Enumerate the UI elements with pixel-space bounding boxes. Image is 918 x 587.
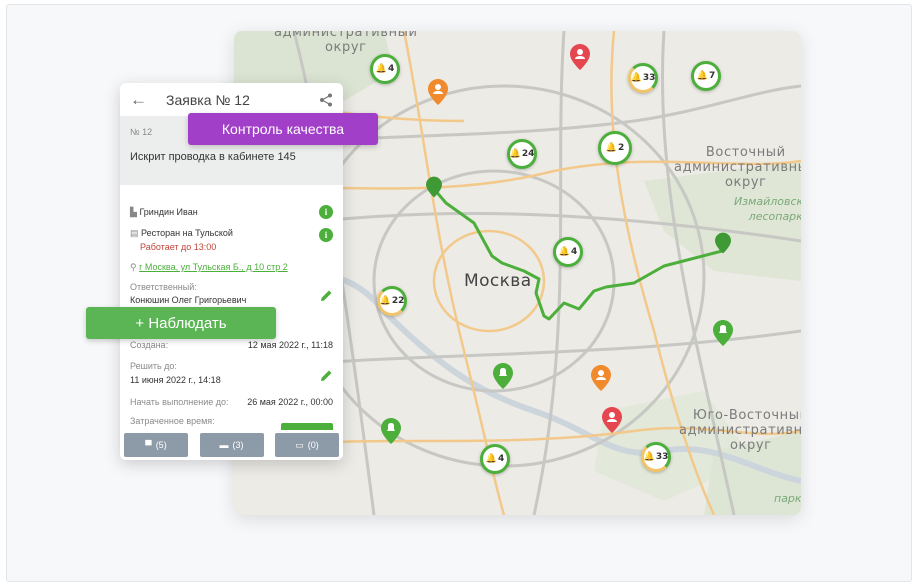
bell-icon: 🔔: [558, 247, 570, 257]
map-cluster[interactable]: 🔔 33: [641, 442, 671, 472]
user-pin-orange-icon[interactable]: [591, 365, 611, 391]
bell-pin-green-icon[interactable]: [381, 418, 401, 444]
map-cluster[interactable]: 🔔 4: [553, 237, 583, 267]
southeast-okrug-label: Юго-Восточныйадминистративныйокруг: [679, 408, 801, 453]
user-pin-red-icon[interactable]: [570, 44, 590, 70]
park-label: парк: [774, 492, 801, 505]
created-value: 12 мая 2022 г., 11:18: [247, 340, 333, 350]
map-cluster[interactable]: 🔔 22: [377, 286, 407, 316]
client-info-icon[interactable]: i: [319, 205, 333, 219]
bell-icon: 🔔: [509, 149, 521, 159]
izmailovo-park-label: Измайловскийлесопарк: [734, 195, 801, 223]
created-row: Создана: 12 мая 2022 г., 11:18: [130, 340, 333, 354]
responsible-label: Ответственный:: [130, 282, 197, 292]
card-footer: ▀ (5) ▬ (3) ▭ (0): [120, 430, 343, 460]
place-info-icon[interactable]: i: [319, 228, 333, 242]
folders-button[interactable]: ▬ (3): [199, 433, 264, 457]
east-okrug-label: Восточныйадминистративныйокруг: [674, 145, 801, 190]
map-cluster[interactable]: 🔔 7: [691, 61, 721, 91]
edit-deadline-icon[interactable]: [319, 369, 333, 383]
edit-responsible-icon[interactable]: [319, 289, 333, 303]
bell-icon: 🔔: [696, 71, 708, 81]
address-link[interactable]: г Москва, ул Тульская Б., д 10 стр 2: [139, 262, 288, 272]
start-label: Начать выполнение до:: [130, 397, 229, 407]
route-start-pin-icon[interactable]: [426, 176, 442, 198]
card-icon: ▭: [295, 439, 304, 450]
spent-label: Затраченное время:: [130, 416, 215, 426]
map-cluster[interactable]: 🔔 4: [370, 54, 400, 84]
start-value: 26 мая 2022 г., 00:00: [247, 397, 333, 407]
deadline-label: Решить до:: [130, 361, 177, 371]
quality-control-badge[interactable]: Контроль качества: [188, 113, 378, 145]
place-hours: Работает до 13:00: [140, 242, 217, 252]
responsible-name: Конюшин Олег Григорьевич: [130, 295, 247, 305]
building-icon: ▤: [130, 228, 139, 238]
client-name: Гриндин Иван: [139, 207, 198, 217]
client-row: ▙ Гриндин Иван i: [130, 205, 333, 221]
location-pin-icon: ⚲: [130, 262, 137, 272]
deadline-value: 11 июня 2022 г., 14:18: [130, 375, 221, 385]
place-name: Ресторан на Тульской: [141, 228, 233, 238]
bell-icon: 🔔: [379, 296, 391, 306]
card-title: Заявка № 12: [166, 91, 250, 108]
card-header: ← Заявка № 12: [120, 83, 343, 117]
folder-icon: ▬: [219, 440, 229, 450]
factory-icon: ▙: [130, 207, 137, 217]
city-label: Москва: [464, 271, 532, 291]
map-cluster[interactable]: 🔔 24: [507, 139, 537, 169]
bell-icon: 🔔: [485, 454, 497, 464]
deadline-row: Решить до: 11 июня 2022 г., 14:18: [130, 361, 333, 389]
route-end-pin-icon[interactable]: [715, 232, 731, 254]
bell-icon: 🔔: [605, 143, 617, 153]
payments-button[interactable]: ▭ (0): [275, 433, 339, 457]
map-cluster[interactable]: 🔔 4: [480, 444, 510, 474]
bell-pin-green-icon[interactable]: [713, 320, 733, 346]
comments-button[interactable]: ▀ (5): [124, 433, 188, 457]
place-row: ▤ Ресторан на Тульской Работает до 13:00…: [130, 228, 333, 256]
watch-button[interactable]: + Наблюдать: [86, 307, 276, 339]
bell-icon: 🔔: [630, 73, 642, 83]
share-icon[interactable]: [319, 93, 333, 107]
north-okrug-label: административный округ: [274, 31, 418, 55]
bell-pin-green-icon[interactable]: [493, 363, 513, 389]
address-row: ⚲ г Москва, ул Тульская Б., д 10 стр 2: [130, 262, 333, 276]
bell-icon: 🔔: [375, 64, 387, 74]
back-arrow-icon[interactable]: ←: [130, 90, 156, 110]
map-cluster[interactable]: 🔔 2: [598, 131, 632, 165]
user-pin-red-icon[interactable]: [602, 407, 622, 433]
created-label: Создана:: [130, 340, 169, 350]
comment-icon: ▀: [145, 440, 152, 450]
map-cluster[interactable]: 🔔 33: [628, 63, 658, 93]
bell-icon: 🔔: [643, 452, 655, 462]
user-pin-orange-icon[interactable]: [428, 79, 448, 105]
request-description: Искрит проводка в кабинете 145: [130, 151, 296, 163]
start-row: Начать выполнение до: 26 мая 2022 г., 00…: [130, 397, 333, 411]
